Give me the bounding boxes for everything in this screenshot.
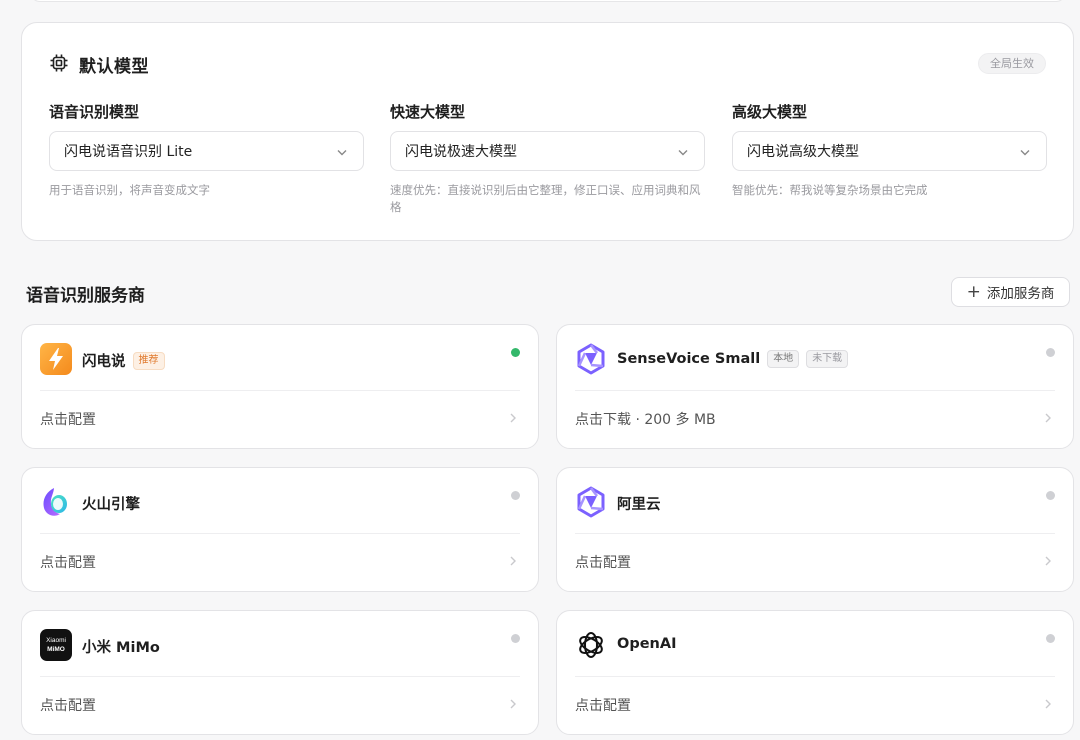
default-models-header: 默认模型	[49, 52, 149, 77]
divider	[40, 533, 520, 534]
status-dot-inactive	[511, 634, 520, 643]
status-dot-inactive	[511, 491, 520, 500]
fast-llm-label: 快速大模型	[390, 103, 466, 121]
provider-name: SenseVoice Small	[617, 351, 761, 367]
svg-text:MiMO: MiMO	[47, 646, 65, 653]
status-dot-active	[511, 348, 520, 357]
provider-card-aliyun[interactable]: 阿里云 点击配置	[556, 467, 1074, 592]
xiaomi-mimo-icon: Xiaomi MiMO	[40, 629, 72, 661]
chevron-right-icon	[508, 696, 518, 710]
provider-card-shandianshuo[interactable]: 闪电说 推荐 点击配置	[21, 324, 539, 449]
plus-icon: +	[966, 281, 981, 302]
provider-name: OpenAI	[617, 636, 677, 652]
aliyun-icon	[575, 486, 607, 518]
fast-llm-value: 闪电说极速大模型	[405, 144, 517, 160]
provider-name-row: 火山引擎	[82, 493, 140, 514]
configure-link[interactable]: 点击配置	[40, 552, 96, 572]
chevron-right-icon	[508, 410, 518, 424]
chip-icon	[49, 53, 69, 77]
add-provider-label: 添加服务商	[986, 286, 1055, 302]
provider-name: 阿里云	[617, 497, 661, 513]
default-models-card: 默认模型 全局生效 语音识别模型 闪电说语音识别 Lite 用于语音识别，将声音…	[21, 22, 1074, 241]
configure-link[interactable]: 点击配置	[575, 552, 631, 572]
status-dot-inactive	[1046, 634, 1055, 643]
recommend-badge: 推荐	[132, 351, 165, 370]
chevron-right-icon	[1043, 553, 1053, 567]
sensevoice-icon	[575, 343, 607, 375]
openai-icon	[575, 629, 607, 661]
provider-name-row: 阿里云	[617, 493, 661, 514]
divider	[40, 676, 520, 677]
asr-model-column: 语音识别模型 闪电说语音识别 Lite 用于语音识别，将声音变成文字	[49, 101, 364, 199]
divider	[575, 390, 1055, 391]
chevron-right-icon	[1043, 696, 1053, 710]
download-link[interactable]: 点击下载 · 200 多 MB	[575, 409, 716, 429]
configure-link[interactable]: 点击配置	[40, 695, 96, 715]
asr-model-value: 闪电说语音识别 Lite	[64, 144, 193, 160]
provider-name-row: 小米 MiMo	[82, 636, 160, 657]
lightning-icon	[40, 343, 72, 375]
asr-model-label: 语音识别模型	[49, 103, 140, 121]
default-models-title: 默认模型	[79, 57, 149, 77]
provider-card-xiaomi-mimo[interactable]: Xiaomi MiMO 小米 MiMo 点击配置	[21, 610, 539, 735]
status-dot-inactive	[1046, 348, 1055, 357]
volcano-icon	[40, 486, 72, 518]
global-effect-badge: 全局生效	[978, 53, 1046, 74]
divider	[40, 390, 520, 391]
divider	[575, 533, 1055, 534]
provider-card-openai[interactable]: OpenAI 点击配置	[556, 610, 1074, 735]
svg-text:Xiaomi: Xiaomi	[46, 637, 66, 644]
chevron-down-icon	[335, 144, 349, 158]
provider-name-row: OpenAI	[617, 636, 676, 652]
configure-link[interactable]: 点击配置	[40, 409, 96, 429]
fast-llm-select[interactable]: 闪电说极速大模型	[390, 131, 705, 171]
providers-section-title: 语音识别服务商	[26, 286, 145, 306]
provider-name-row: 闪电说 推荐	[82, 350, 165, 371]
status-dot-inactive	[1046, 491, 1055, 500]
configure-link[interactable]: 点击配置	[575, 695, 631, 715]
local-badge: 本地	[767, 350, 800, 368]
chevron-right-icon	[1043, 410, 1053, 424]
provider-card-volcengine[interactable]: 火山引擎 点击配置	[21, 467, 539, 592]
previous-card-edge	[30, 0, 1066, 2]
add-provider-button[interactable]: + 添加服务商	[951, 277, 1070, 307]
advanced-llm-desc: 智能优先：帮我说等复杂场景由它完成	[732, 183, 928, 197]
advanced-llm-value: 闪电说高级大模型	[747, 144, 859, 160]
provider-name: 闪电说	[82, 354, 126, 370]
advanced-llm-label: 高级大模型	[732, 103, 808, 121]
chevron-down-icon	[676, 144, 690, 158]
provider-name: 小米 MiMo	[82, 640, 160, 656]
fast-llm-desc: 速度优先：直接说识别后由它整理，修正口误、应用词典和风格	[390, 183, 701, 214]
not-downloaded-badge: 未下载	[806, 350, 849, 368]
provider-name-row: SenseVoice Small 本地 未下载	[617, 350, 849, 368]
chevron-right-icon	[508, 553, 518, 567]
fast-llm-column: 快速大模型 闪电说极速大模型 速度优先：直接说识别后由它整理，修正口误、应用词典…	[390, 101, 705, 216]
provider-card-sensevoice[interactable]: SenseVoice Small 本地 未下载 点击下载 · 200 多 MB	[556, 324, 1074, 449]
asr-model-select[interactable]: 闪电说语音识别 Lite	[49, 131, 364, 171]
asr-model-desc: 用于语音识别，将声音变成文字	[49, 183, 210, 197]
divider	[575, 676, 1055, 677]
chevron-down-icon	[1018, 144, 1032, 158]
advanced-llm-select[interactable]: 闪电说高级大模型	[732, 131, 1047, 171]
advanced-llm-column: 高级大模型 闪电说高级大模型 智能优先：帮我说等复杂场景由它完成	[732, 101, 1047, 199]
provider-name: 火山引擎	[82, 497, 140, 513]
